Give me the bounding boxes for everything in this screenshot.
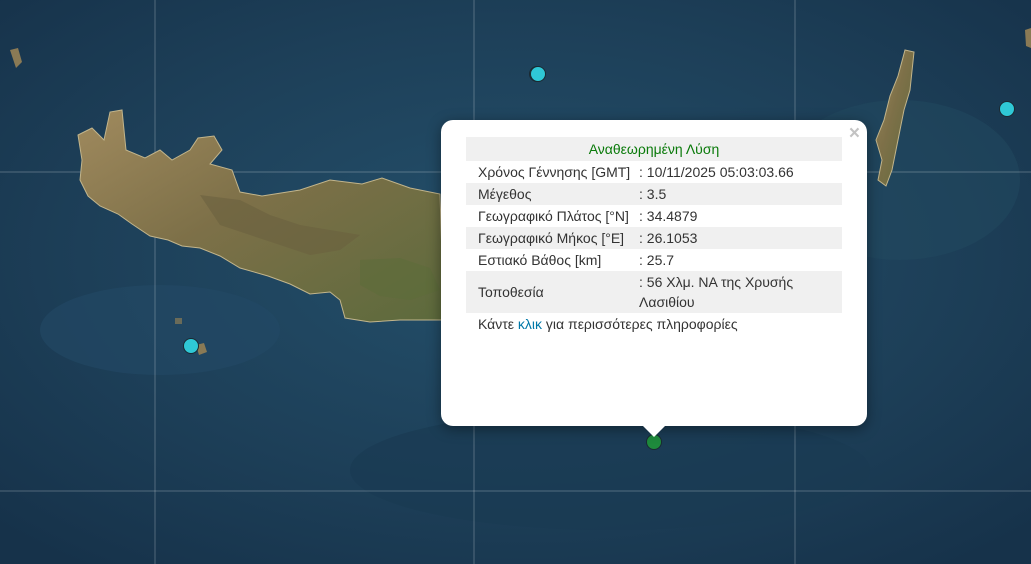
row-value: : 3.5 [636,183,842,205]
row-label: Γεωγραφικό Μήκος [°E] [466,227,636,249]
row-value: : 56 Χλμ. ΝΑ της Χρυσής Λασιθίου [636,271,842,313]
table-row: Τοποθεσία : 56 Χλμ. ΝΑ της Χρυσής Λασιθί… [466,271,842,313]
row-value: : 10/11/2025 05:03:03.66 [639,164,794,180]
earthquake-info-popup: × Αναθεωρημένη Λύση Χρόνος Γέννησης [GMT… [441,120,867,426]
row-label: Χρόνος Γέννησης [GMT] [478,164,631,180]
table-row: Γεωγραφικό Πλάτος [°N] : 34.4879 [466,205,842,227]
row-value: : 34.4879 [639,208,698,224]
table-row: Γεωγραφικό Μήκος [°E] : 26.1053 [466,227,842,249]
earthquake-details-table: Αναθεωρημένη Λύση Χρόνος Γέννησης [GMT] … [466,137,842,335]
close-icon[interactable]: × [849,124,860,144]
popup-footer: Κάντε κλικ για περισσότερες πληροφορίες [466,313,842,335]
row-label: Μέγεθος [466,183,636,205]
popup-heading: Αναθεωρημένη Λύση [466,137,842,161]
table-row: Μέγεθος : 3.5 [466,183,842,205]
row-value: : 26.1053 [636,227,842,249]
footer-text-before: Κάντε [478,316,518,332]
row-label: Γεωγραφικό Πλάτος [°N] [478,208,629,224]
earthquake-marker-east[interactable] [999,101,1015,117]
footer-text-after: για περισσότερες πληροφορίες [542,316,738,332]
table-row: Χρόνος Γέννησης [GMT] : 10/11/2025 05:03… [466,161,842,183]
row-value: : 25.7 [639,252,675,268]
earthquake-marker-west[interactable] [183,338,199,354]
popup-tip [643,426,665,437]
table-row: Εστιακό Βάθος [km] : 25.7 [466,249,842,271]
map-view[interactable]: × Αναθεωρημένη Λύση Χρόνος Γέννησης [GMT… [0,0,1031,564]
more-info-link[interactable]: κλικ [518,316,542,332]
row-label: Εστιακό Βάθος [km] [478,252,602,268]
earthquake-marker-north[interactable] [530,66,546,82]
row-label: Τοποθεσία [466,271,636,313]
